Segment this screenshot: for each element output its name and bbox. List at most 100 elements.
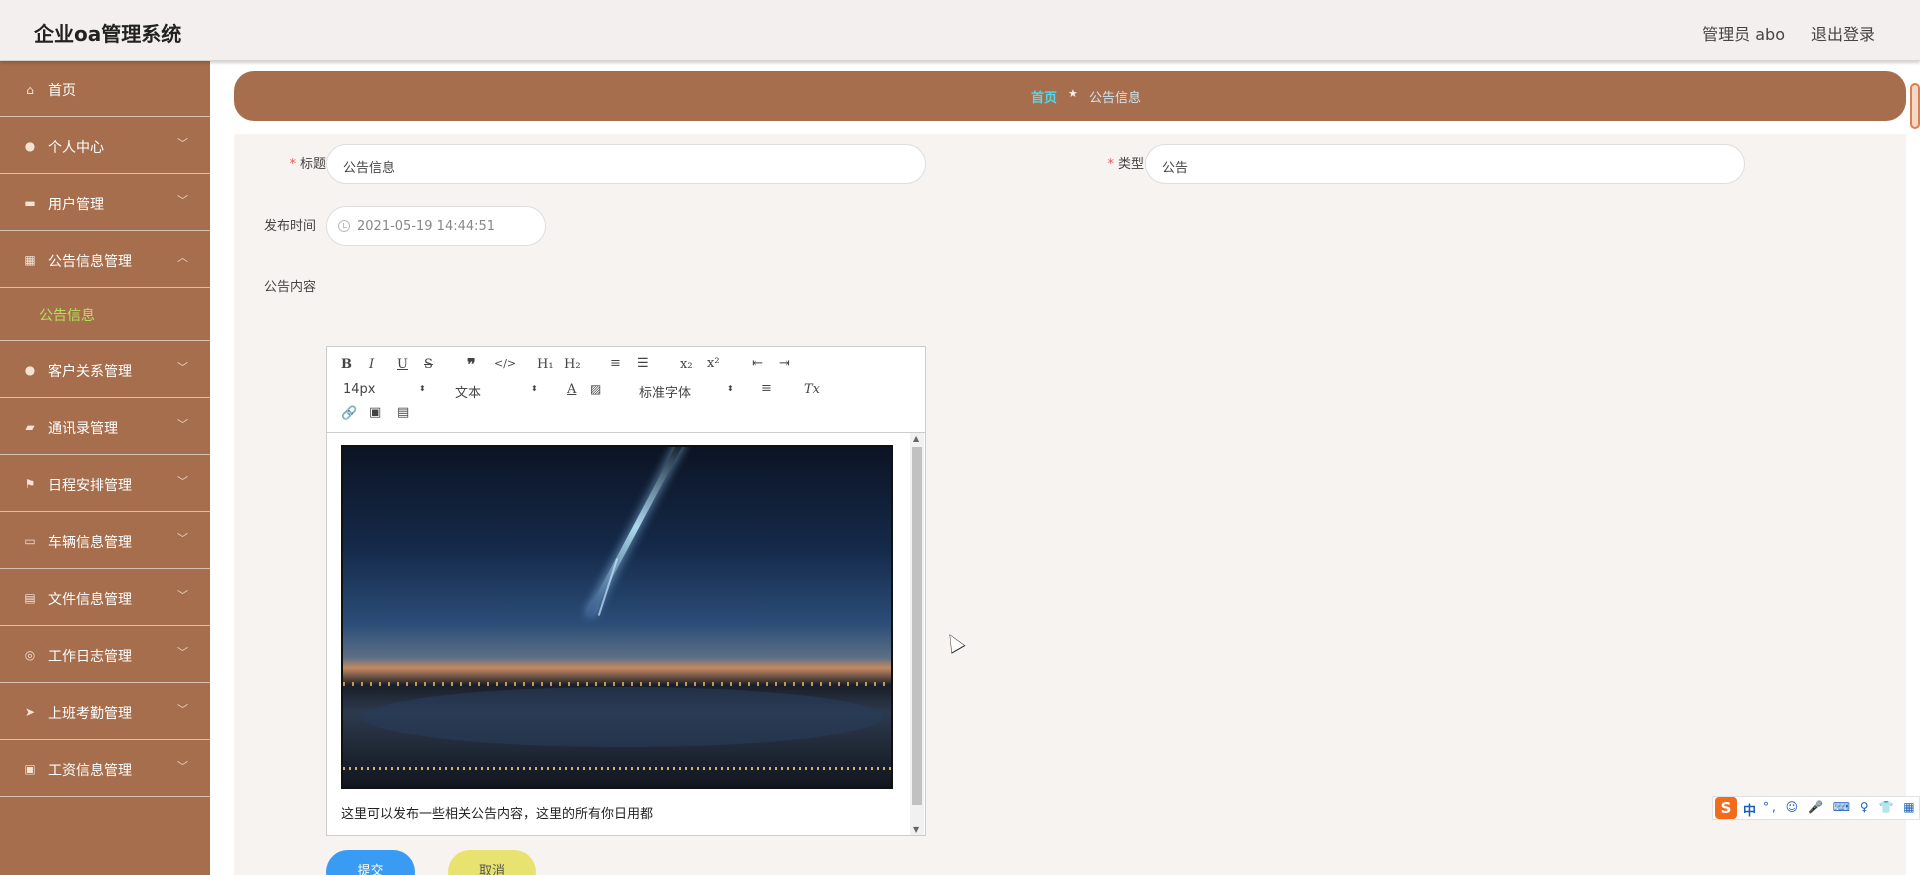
cancel-button[interactable]: 取消 — [448, 850, 536, 875]
ordered-list-icon[interactable]: ≡ — [610, 356, 621, 371]
sidebar-item-label: 通讯录管理 — [48, 421, 118, 437]
sidebar-item-label: 车辆信息管理 — [48, 535, 132, 551]
select-arrow-icon: ⬍ — [531, 384, 538, 393]
title-input[interactable]: 公告信息 — [326, 144, 926, 184]
superscript-icon[interactable]: x² — [707, 356, 720, 371]
sidebar-item-customer-relations[interactable]: ● 客户关系管理 ﹀ — [0, 341, 210, 398]
id-card-icon: ▣ — [24, 762, 36, 776]
sidebar-item-vehicles[interactable]: ▭ 车辆信息管理 ﹀ — [0, 512, 210, 569]
sidebar-item-schedule[interactable]: ⚑ 日程安排管理 ﹀ — [0, 455, 210, 512]
streak — [586, 447, 686, 617]
underline-icon[interactable]: U — [397, 357, 408, 372]
send-icon: ➤ — [24, 705, 36, 719]
required-mark: * — [1107, 157, 1114, 172]
scroll-up-icon[interactable]: ▲ — [913, 434, 919, 443]
sidebar-item-salary[interactable]: ▣ 工资信息管理 ﹀ — [0, 740, 210, 797]
subscript-icon[interactable]: x₂ — [680, 357, 693, 372]
ime-mode-toggle[interactable]: 中 — [1743, 800, 1756, 819]
sidebar-subitem-label: 公告信息 — [39, 308, 95, 324]
rich-text-editor[interactable]: B I U S ❞ </> H₁ H₂ ≡ ☰ x₂ x² ⇤ ⇥ 14px ⬍ — [326, 346, 926, 836]
ime-toolbar[interactable]: S 中 °, ☺ 🎤 ⌨ ♀ 👕 ▦ — [1712, 796, 1920, 820]
heading1-icon[interactable]: H₁ — [537, 357, 554, 372]
briefcase-icon: ▰ — [25, 420, 35, 434]
image-icon[interactable]: ▣ — [369, 405, 381, 420]
font-family-value: 标准字体 — [639, 386, 692, 401]
align-icon[interactable]: ≡ — [761, 381, 772, 396]
lake — [363, 687, 883, 747]
italic-icon[interactable]: I — [369, 357, 374, 372]
heading2-icon[interactable]: H₂ — [564, 357, 581, 372]
strikethrough-icon[interactable]: S — [424, 357, 433, 372]
submit-button[interactable]: 提交 — [326, 850, 415, 875]
sidebar-item-label: 个人中心 — [48, 140, 104, 156]
sidebar-item-label: 客户关系管理 — [48, 364, 132, 380]
select-arrow-icon: ⬍ — [419, 384, 426, 393]
chevron-down-icon: ﹀ — [177, 703, 188, 716]
title-field-label: * 标题 — [274, 153, 326, 172]
text-style-select[interactable]: 文本 ⬍ — [455, 382, 539, 401]
breadcrumb-home[interactable]: 首页 — [1031, 87, 1057, 106]
sidebar-item-label: 工作日志管理 — [48, 649, 132, 665]
chevron-down-icon: ﹀ — [177, 361, 188, 374]
main-content: 首页 ★ 公告信息 * 标题 公告信息 * 类型 公告 发布时间 2021-05-1… — [210, 61, 1920, 875]
editor-scrollbar-thumb[interactable] — [912, 447, 922, 805]
announcement-form: * 标题 公告信息 * 类型 公告 发布时间 2021-05-19 14:44:51… — [234, 134, 1906, 875]
sidebar-item-address-book[interactable]: ▰ 通讯录管理 ﹀ — [0, 398, 210, 455]
sidebar-subitem-announcements[interactable]: 公告信息 — [0, 288, 210, 341]
clear-format-icon[interactable]: Tx — [804, 382, 820, 397]
sogou-logo-icon[interactable]: S — [1715, 797, 1737, 819]
sidebar-item-announcement-management[interactable]: ▦ 公告信息管理 ︿ — [0, 231, 210, 288]
link-icon[interactable]: 🔗 — [341, 406, 357, 421]
lights2 — [343, 767, 891, 770]
type-label-text: 类型 — [1117, 157, 1144, 172]
flag-icon: ⚑ — [24, 477, 36, 491]
chevron-down-icon: ﹀ — [177, 532, 188, 545]
sidebar-item-label: 上班考勤管理 — [48, 706, 132, 722]
grid-icon: ▦ — [24, 253, 36, 267]
sidebar-item-label: 文件信息管理 — [48, 592, 132, 608]
publish-time-input[interactable]: 2021-05-19 14:44:51 — [326, 206, 546, 246]
sidebar: ⌂ 首页 ● 个人中心 ﹀ ▬ 用户管理 ﹀ ▦ 公告信息管理 ︿ 公告信息 ●… — [0, 61, 210, 875]
breadcrumb: 首页 ★ 公告信息 — [234, 71, 1906, 121]
ime-tool-icons[interactable]: °, ☺ 🎤 ⌨ ♀ 👕 ▦ — [1763, 800, 1918, 814]
chevron-down-icon: ﹀ — [177, 646, 188, 659]
chevron-down-icon: ﹀ — [177, 475, 188, 488]
bullet-list-icon[interactable]: ☰ — [637, 356, 649, 371]
page-scrollbar[interactable] — [1910, 83, 1920, 129]
chevron-up-icon: ︿ — [177, 251, 188, 264]
outdent-icon[interactable]: ⇤ — [752, 356, 763, 371]
text-style-value: 文本 — [455, 386, 482, 401]
user-icon: ● — [24, 139, 36, 153]
code-icon[interactable]: </> — [494, 357, 516, 370]
chevron-down-icon: ﹀ — [177, 589, 188, 602]
chevron-down-icon: ﹀ — [177, 194, 188, 207]
sidebar-item-label: 用户管理 — [48, 197, 104, 213]
scroll-down-icon[interactable]: ▼ — [913, 825, 919, 834]
publish-time-value: 2021-05-19 14:44:51 — [357, 219, 496, 234]
sidebar-item-personal-center[interactable]: ● 个人中心 ﹀ — [0, 117, 210, 174]
font-family-select[interactable]: 标准字体 ⬍ — [639, 382, 735, 401]
editor-scrollbar[interactable]: ▲ ▼ — [910, 433, 924, 835]
blockquote-icon[interactable]: ❞ — [467, 355, 476, 374]
font-size-value: 14px — [343, 382, 376, 397]
sidebar-item-files[interactable]: ▤ 文件信息管理 ﹀ — [0, 569, 210, 626]
required-mark: * — [289, 157, 296, 172]
sidebar-item-user-management[interactable]: ▬ 用户管理 ﹀ — [0, 174, 210, 231]
type-input[interactable]: 公告 — [1145, 144, 1745, 184]
home-icon: ⌂ — [26, 83, 34, 97]
night-sky-comet-image — [341, 445, 893, 789]
logout-button[interactable]: 退出登录 — [1811, 21, 1875, 45]
video-icon[interactable]: ▤ — [397, 405, 409, 420]
font-size-select[interactable]: 14px ⬍ — [343, 382, 427, 397]
chevron-down-icon: ﹀ — [177, 418, 188, 431]
editor-content[interactable]: 这里可以发布一些相关公告内容，这里的所有你日用都 ▲ ▼ — [327, 433, 925, 835]
background-color-icon[interactable]: ▨ — [590, 382, 601, 396]
font-color-icon[interactable]: A — [567, 382, 576, 397]
bold-icon[interactable]: B — [341, 357, 352, 372]
sidebar-item-home[interactable]: ⌂ 首页 — [0, 61, 210, 117]
admin-username: 管理员 abo — [1702, 25, 1785, 44]
indent-icon[interactable]: ⇥ — [779, 356, 790, 371]
sidebar-item-attendance[interactable]: ➤ 上班考勤管理 ﹀ — [0, 683, 210, 740]
editor-text: 这里可以发布一些相关公告内容，这里的所有你日用都 — [341, 807, 654, 822]
sidebar-item-work-log[interactable]: ◎ 工作日志管理 ﹀ — [0, 626, 210, 683]
